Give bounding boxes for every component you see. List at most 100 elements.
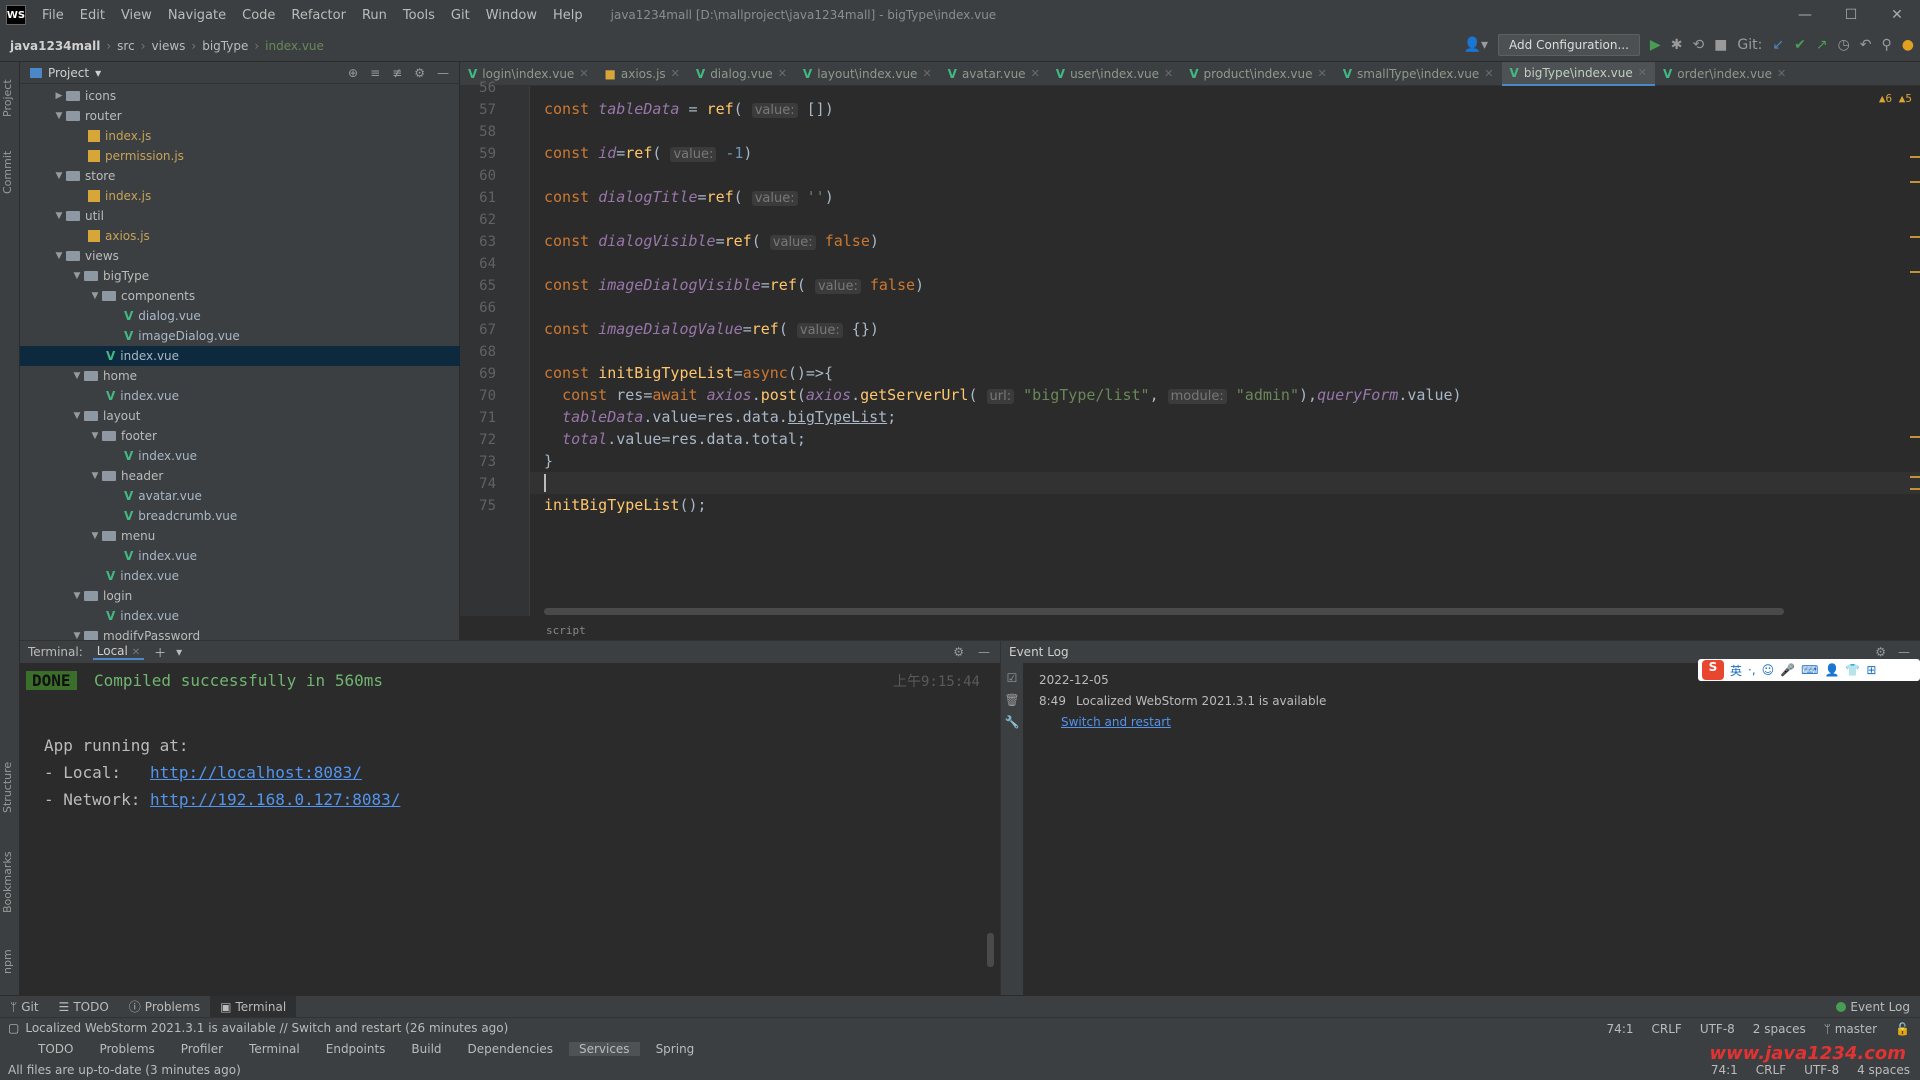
- commit-tool-tab[interactable]: Commit: [1, 142, 19, 202]
- line-number[interactable]: 67: [464, 322, 496, 338]
- trash-icon[interactable]: 🗑: [1001, 693, 1023, 707]
- history-icon[interactable]: ◷: [1838, 37, 1850, 53]
- line-number[interactable]: 73: [464, 454, 496, 470]
- npm-tool-tab[interactable]: npm: [1, 942, 19, 982]
- code-line[interactable]: const tableData = ref( value: []): [544, 98, 834, 120]
- code-line[interactable]: const imageDialogVisible=ref( value: fal…: [544, 274, 924, 296]
- stop-icon[interactable]: ■: [1714, 37, 1727, 53]
- ime-punctuation-icon[interactable]: ·,: [1748, 663, 1756, 677]
- tree-file[interactable]: index.js: [20, 126, 460, 146]
- code-line[interactable]: }: [544, 450, 553, 472]
- status-notice[interactable]: Localized WebStorm 2021.3.1 is available…: [25, 1021, 508, 1035]
- terminal-output[interactable]: DONE Compiled successfully in 560ms 上午9:…: [20, 663, 1000, 996]
- lock-icon[interactable]: 🔓: [1895, 1022, 1910, 1036]
- bookmarks-tool-tab[interactable]: Bookmarks: [1, 842, 19, 922]
- line-number[interactable]: 74: [464, 476, 496, 492]
- tree-folder[interactable]: ▼ store: [20, 166, 460, 186]
- line-number[interactable]: 68: [464, 344, 496, 360]
- tree-folder[interactable]: ▼ layout: [20, 406, 460, 426]
- rollback-icon[interactable]: ↶: [1860, 37, 1872, 53]
- tree-file[interactable]: Vindex.vue: [20, 446, 460, 466]
- tree-file[interactable]: Vavatar.vue: [20, 486, 460, 506]
- chevron-down-icon[interactable]: ▼: [70, 591, 84, 601]
- notification-icon[interactable]: ▢: [8, 1021, 19, 1035]
- gear-icon[interactable]: ⚙: [414, 66, 425, 80]
- line-separator[interactable]: CRLF: [1652, 1022, 1682, 1036]
- terminal-tab-local[interactable]: Local ✕: [92, 644, 145, 660]
- close-icon[interactable]: ✕: [1164, 67, 1173, 80]
- spring-button[interactable]: Spring: [646, 1042, 705, 1056]
- tree-file[interactable]: Vindex.vue: [20, 566, 460, 586]
- line-number[interactable]: 75: [464, 498, 496, 514]
- tree-folder[interactable]: ▼ menu: [20, 526, 460, 546]
- editor-tab[interactable]: VsmallType\index.vue ✕: [1335, 62, 1502, 86]
- search-icon[interactable]: ⚲: [1882, 37, 1892, 53]
- tree-file[interactable]: Vindex.vue: [20, 346, 460, 366]
- chevron-right-icon[interactable]: ▶: [52, 91, 66, 101]
- editor-tab[interactable]: ■ axios.js ✕: [597, 62, 688, 86]
- line-number[interactable]: 64: [464, 256, 496, 272]
- git-branch[interactable]: ᛘ master: [1824, 1022, 1877, 1036]
- terminal-button[interactable]: Terminal: [239, 1042, 310, 1056]
- coverage-icon[interactable]: ⟲: [1692, 37, 1704, 53]
- tree-file[interactable]: permission.js: [20, 146, 460, 166]
- code-line[interactable]: const imageDialogValue=ref( value: {}): [544, 318, 879, 340]
- vertical-scrollbar[interactable]: [987, 933, 994, 967]
- menu-help[interactable]: Help: [545, 8, 591, 23]
- menu-window[interactable]: Window: [478, 8, 545, 23]
- tree-file[interactable]: Vdialog.vue: [20, 306, 460, 326]
- line-number[interactable]: 71: [464, 410, 496, 426]
- chevron-down-icon[interactable]: ▼: [88, 531, 102, 541]
- editor-tab[interactable]: Vproduct\index.vue ✕: [1181, 62, 1334, 86]
- structure-tool-tab[interactable]: Structure: [1, 752, 19, 822]
- error-stripe-mark[interactable]: [1910, 436, 1920, 438]
- close-icon[interactable]: ✕: [671, 67, 680, 80]
- tree-folder[interactable]: ▼ router: [20, 106, 460, 126]
- tree-folder[interactable]: ▼ login: [20, 586, 460, 606]
- git-commit-icon[interactable]: ✔: [1794, 37, 1806, 53]
- editor-tab[interactable]: Vdialog.vue ✕: [688, 62, 795, 86]
- editor-tab[interactable]: Vuser\index.vue ✕: [1048, 62, 1181, 86]
- files-status[interactable]: All files are up-to-date (3 minutes ago): [8, 1063, 241, 1077]
- chevron-down-icon[interactable]: ▼: [70, 371, 84, 381]
- code-line[interactable]: tableData.value=res.data.bigTypeList;: [544, 406, 896, 428]
- breadcrumb-bigtype[interactable]: bigType: [198, 39, 252, 53]
- git-push-icon[interactable]: ↗: [1816, 37, 1828, 53]
- error-stripe-mark[interactable]: [1910, 488, 1920, 490]
- menu-refactor[interactable]: Refactor: [283, 8, 354, 23]
- dependencies-button[interactable]: Dependencies: [458, 1042, 563, 1056]
- chevron-down-icon[interactable]: ▼: [88, 471, 102, 481]
- menu-code[interactable]: Code: [234, 8, 283, 23]
- line-number[interactable]: 58: [464, 124, 496, 140]
- menu-tools[interactable]: Tools: [395, 8, 443, 23]
- problems-tool-button[interactable]: ⓘ Problems: [119, 996, 210, 1018]
- line-number[interactable]: 65: [464, 278, 496, 294]
- build-button[interactable]: Build: [401, 1042, 451, 1056]
- ime-skin-icon[interactable]: 👕: [1845, 663, 1860, 677]
- minimize-icon[interactable]: —: [1782, 0, 1828, 30]
- ime-toolbox-icon[interactable]: ⊞: [1866, 663, 1876, 677]
- chevron-down-icon[interactable]: ▼: [88, 431, 102, 441]
- close-icon[interactable]: ✕: [922, 67, 931, 80]
- editor-breadcrumb[interactable]: script: [546, 624, 586, 637]
- chevron-down-icon[interactable]: ▼: [88, 291, 102, 301]
- ime-user-icon[interactable]: 👤: [1824, 663, 1839, 677]
- tree-file[interactable]: axios.js: [20, 226, 460, 246]
- caret-position-secondary[interactable]: 74:1: [1711, 1063, 1738, 1077]
- expand-all-icon[interactable]: ≡: [370, 66, 380, 80]
- inspection-warnings[interactable]: ▲6 ▲5: [1879, 92, 1912, 105]
- endpoints-button[interactable]: Endpoints: [316, 1042, 396, 1056]
- file-encoding[interactable]: UTF-8: [1700, 1022, 1735, 1036]
- line-number[interactable]: 66: [464, 300, 496, 316]
- ime-language-toggle[interactable]: 英: [1730, 662, 1742, 679]
- tree-folder[interactable]: ▼ home: [20, 366, 460, 386]
- run-icon[interactable]: ▶: [1650, 37, 1661, 53]
- local-url-link[interactable]: http://localhost:8083/: [150, 763, 362, 782]
- collapse-all-icon[interactable]: ≢: [392, 66, 402, 80]
- code-line[interactable]: const initBigTypeList=async()=>{: [544, 362, 833, 384]
- tree-folder[interactable]: ▼ util: [20, 206, 460, 226]
- chevron-down-icon[interactable]: ▼: [52, 171, 66, 181]
- line-number[interactable]: 61: [464, 190, 496, 206]
- chevron-down-icon[interactable]: ▼: [70, 411, 84, 421]
- tree-file[interactable]: Vindex.vue: [20, 606, 460, 626]
